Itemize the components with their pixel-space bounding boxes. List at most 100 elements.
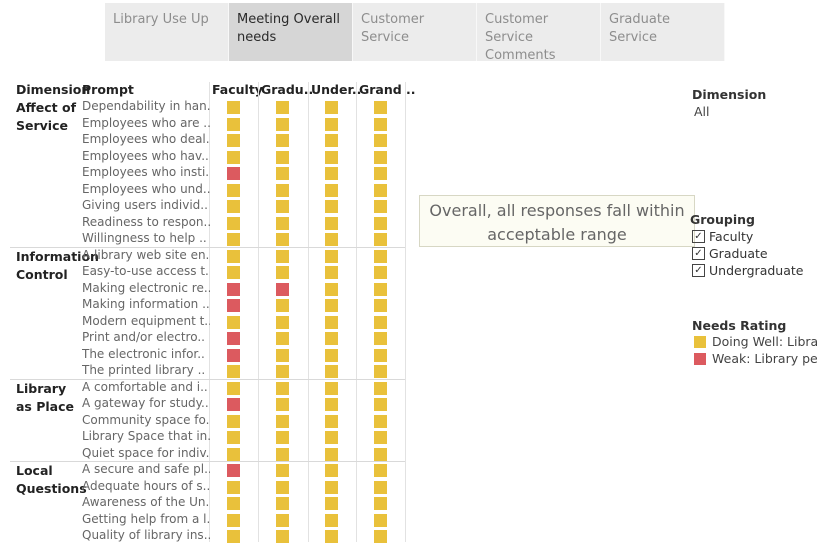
rating-mark-graduate[interactable] xyxy=(276,101,289,114)
prompt-label[interactable]: The printed library .. xyxy=(82,363,210,377)
rating-mark-grand-total[interactable] xyxy=(374,101,387,114)
rating-mark-graduate[interactable] xyxy=(276,233,289,246)
prompt-label[interactable]: Making information .. xyxy=(82,297,210,311)
prompt-label[interactable]: Getting help from a l.. xyxy=(82,512,210,526)
rating-mark-grand-total[interactable] xyxy=(374,398,387,411)
rating-mark-faculty[interactable] xyxy=(227,530,240,543)
rating-mark-graduate[interactable] xyxy=(276,447,289,461)
rating-mark-undergraduate[interactable] xyxy=(325,200,338,213)
rating-mark-faculty[interactable] xyxy=(227,381,240,395)
rating-mark-graduate[interactable] xyxy=(276,431,289,444)
tab-graduate-service[interactable]: Graduate Service xyxy=(601,3,725,61)
rating-mark-graduate[interactable] xyxy=(276,315,289,329)
rating-mark-grand-total[interactable] xyxy=(374,431,387,444)
rating-mark-undergraduate[interactable] xyxy=(325,266,338,279)
prompt-label[interactable]: Readiness to respon.. xyxy=(82,215,210,229)
rating-mark-grand-total[interactable] xyxy=(374,249,387,263)
tab-customer-service[interactable]: Customer Service xyxy=(353,3,477,61)
rating-mark-faculty[interactable] xyxy=(227,398,240,411)
rating-mark-graduate[interactable] xyxy=(276,398,289,411)
rating-mark-undergraduate[interactable] xyxy=(325,497,338,510)
rating-mark-faculty[interactable] xyxy=(227,348,240,362)
rating-mark-grand-total[interactable] xyxy=(374,414,387,428)
rating-mark-faculty[interactable] xyxy=(227,513,240,527)
prompt-label[interactable]: A gateway for study.. xyxy=(82,396,210,410)
rating-mark-graduate[interactable] xyxy=(276,266,289,279)
rating-mark-undergraduate[interactable] xyxy=(325,414,338,428)
header-dimension[interactable]: Dimension xyxy=(16,82,90,97)
grouping-option-graduate[interactable]: ✓ Graduate xyxy=(692,245,768,261)
checkbox-undergraduate[interactable]: ✓ xyxy=(692,263,705,277)
prompt-label[interactable]: Quality of library ins.. xyxy=(82,528,210,542)
rating-mark-undergraduate[interactable] xyxy=(325,183,338,197)
rating-mark-undergraduate[interactable] xyxy=(325,398,338,411)
rating-mark-graduate[interactable] xyxy=(276,282,289,296)
rating-mark-undergraduate[interactable] xyxy=(325,249,338,263)
rating-mark-faculty[interactable] xyxy=(227,150,240,164)
dimension-filter-value[interactable]: All xyxy=(694,104,710,119)
rating-mark-grand-total[interactable] xyxy=(374,464,387,477)
prompt-label[interactable]: Employees who are .. xyxy=(82,116,210,130)
rating-mark-faculty[interactable] xyxy=(227,365,240,378)
prompt-label[interactable]: A comfortable and i.. xyxy=(82,380,210,394)
rating-mark-faculty[interactable] xyxy=(227,299,240,312)
rating-mark-grand-total[interactable] xyxy=(374,299,387,312)
prompt-label[interactable]: Employees who insti.. xyxy=(82,165,210,179)
grouping-option-undergraduate[interactable]: ✓ Undergraduate xyxy=(692,262,803,278)
rating-mark-graduate[interactable] xyxy=(276,497,289,510)
prompt-label[interactable]: Giving users individ.. xyxy=(82,198,210,212)
rating-mark-graduate[interactable] xyxy=(276,200,289,213)
rating-mark-undergraduate[interactable] xyxy=(325,282,338,296)
rating-mark-grand-total[interactable] xyxy=(374,381,387,395)
header-undergraduate[interactable]: Under.. xyxy=(311,82,361,97)
rating-mark-grand-total[interactable] xyxy=(374,134,387,147)
legend-item-weak[interactable]: Weak: Library pe.. xyxy=(694,351,817,366)
rating-mark-undergraduate[interactable] xyxy=(325,315,338,329)
rating-mark-graduate[interactable] xyxy=(276,117,289,131)
rating-mark-faculty[interactable] xyxy=(227,101,240,114)
prompt-label[interactable]: Quiet space for indiv.. xyxy=(82,446,210,460)
rating-mark-grand-total[interactable] xyxy=(374,117,387,131)
rating-mark-graduate[interactable] xyxy=(276,150,289,164)
checkbox-faculty[interactable]: ✓ xyxy=(692,229,705,243)
rating-mark-undergraduate[interactable] xyxy=(325,134,338,147)
rating-mark-faculty[interactable] xyxy=(227,315,240,329)
prompt-label[interactable]: The electronic infor.. xyxy=(82,347,210,361)
prompt-label[interactable]: Awareness of the Un.. xyxy=(82,495,210,509)
rating-mark-grand-total[interactable] xyxy=(374,233,387,246)
rating-mark-grand-total[interactable] xyxy=(374,480,387,494)
rating-mark-undergraduate[interactable] xyxy=(325,365,338,378)
rating-mark-graduate[interactable] xyxy=(276,183,289,197)
rating-mark-undergraduate[interactable] xyxy=(325,233,338,246)
prompt-label[interactable]: Dependability in han.. xyxy=(82,99,210,113)
header-prompt[interactable]: Prompt xyxy=(82,82,134,97)
rating-mark-grand-total[interactable] xyxy=(374,266,387,279)
rating-mark-undergraduate[interactable] xyxy=(325,431,338,444)
rating-mark-faculty[interactable] xyxy=(227,183,240,197)
prompt-label[interactable]: Employees who deal.. xyxy=(82,132,210,146)
rating-mark-undergraduate[interactable] xyxy=(325,332,338,345)
rating-mark-faculty[interactable] xyxy=(227,233,240,246)
rating-mark-undergraduate[interactable] xyxy=(325,381,338,395)
prompt-label[interactable]: Adequate hours of s.. xyxy=(82,479,210,493)
prompt-label[interactable]: Library Space that in.. xyxy=(82,429,210,443)
header-grand-total[interactable]: Grand .. xyxy=(359,82,416,97)
prompt-label[interactable]: Employees who hav.. xyxy=(82,149,210,163)
rating-mark-undergraduate[interactable] xyxy=(325,464,338,477)
rating-mark-grand-total[interactable] xyxy=(374,315,387,329)
rating-mark-faculty[interactable] xyxy=(227,414,240,428)
rating-mark-graduate[interactable] xyxy=(276,216,289,230)
rating-mark-graduate[interactable] xyxy=(276,348,289,362)
rating-mark-grand-total[interactable] xyxy=(374,216,387,230)
rating-mark-faculty[interactable] xyxy=(227,216,240,230)
tab-customer-service-comments[interactable]: Customer Service Comments xyxy=(477,3,601,63)
rating-mark-graduate[interactable] xyxy=(276,414,289,428)
rating-mark-graduate[interactable] xyxy=(276,365,289,378)
rating-mark-undergraduate[interactable] xyxy=(325,299,338,312)
rating-mark-faculty[interactable] xyxy=(227,332,240,345)
rating-mark-undergraduate[interactable] xyxy=(325,480,338,494)
tab-meeting-overall-needs[interactable]: Meeting Overall needs xyxy=(229,3,353,61)
rating-mark-grand-total[interactable] xyxy=(374,332,387,345)
rating-mark-faculty[interactable] xyxy=(227,431,240,444)
rating-mark-undergraduate[interactable] xyxy=(325,530,338,543)
